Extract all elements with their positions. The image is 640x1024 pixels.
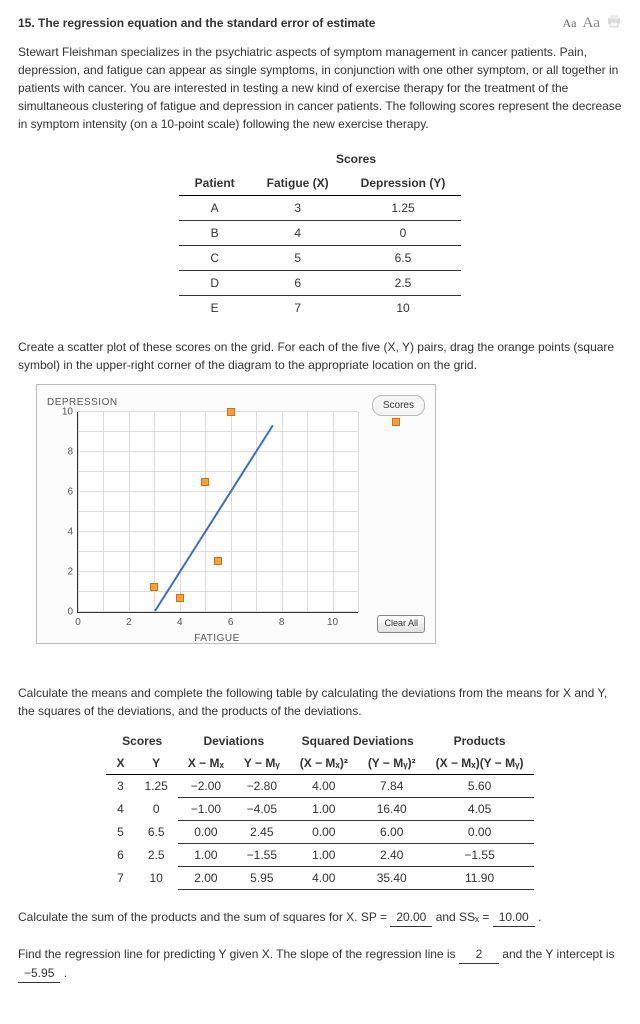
- print-icon[interactable]: [606, 14, 622, 33]
- x-axis-label: FATIGUE: [77, 631, 357, 646]
- toolbar: Aa Aa: [563, 12, 623, 35]
- table-row: 31.25−2.00−2.804.007.845.60: [106, 774, 533, 797]
- plot-grid[interactable]: 0 2 4 6 8 10 0 2 4 6 8 10: [77, 412, 358, 613]
- clear-all-button[interactable]: Clear All: [377, 615, 425, 633]
- font-size-large-button[interactable]: Aa: [583, 12, 601, 35]
- sp-answer[interactable]: 20.00: [390, 908, 432, 927]
- data-point[interactable]: [201, 478, 209, 486]
- y-axis-label: DEPRESSION: [47, 395, 425, 410]
- legend-point-icon[interactable]: [392, 418, 400, 426]
- table-row: E710: [179, 295, 462, 320]
- table-row: 62.51.00−1.551.002.40−1.55: [106, 843, 533, 866]
- font-size-small-button[interactable]: Aa: [563, 14, 577, 32]
- data-point[interactable]: [227, 408, 235, 416]
- sums-sentence: Calculate the sum of the products and th…: [18, 908, 622, 927]
- scores-table: Scores Patient Fatigue (X) Depression (Y…: [179, 147, 462, 320]
- slope-answer[interactable]: 2: [459, 945, 499, 964]
- data-point[interactable]: [214, 557, 222, 565]
- deviations-instruction: Calculate the means and complete the fol…: [18, 684, 622, 720]
- table-row: 56.50.002.450.006.000.00: [106, 820, 533, 843]
- table-row: A31.25: [179, 195, 462, 220]
- intro-paragraph: Stewart Fleishman specializes in the psy…: [18, 43, 622, 133]
- table-row: D62.5: [179, 270, 462, 295]
- data-point[interactable]: [176, 594, 184, 602]
- ssx-answer[interactable]: 10.00: [493, 908, 535, 927]
- intercept-answer[interactable]: −5.95: [18, 964, 60, 983]
- scatter-instruction: Create a scatter plot of these scores on…: [18, 338, 622, 374]
- table-row: 7102.005.954.0035.4011.90: [106, 866, 533, 889]
- question-title: 15. The regression equation and the stan…: [18, 14, 375, 32]
- deviations-table: Scores Deviations Squared Deviations Pro…: [106, 730, 533, 890]
- table-row: B40: [179, 220, 462, 245]
- legend-scores[interactable]: Scores: [372, 395, 425, 416]
- table-row: 40−1.00−4.051.0016.404.05: [106, 797, 533, 820]
- table-row: C56.5: [179, 245, 462, 270]
- scatter-plot[interactable]: DEPRESSION 0 2 4 6 8 10 0 2 4 6 8 10 FAT…: [36, 384, 436, 644]
- data-point[interactable]: [150, 583, 158, 591]
- regression-sentence: Find the regression line for predicting …: [18, 945, 622, 983]
